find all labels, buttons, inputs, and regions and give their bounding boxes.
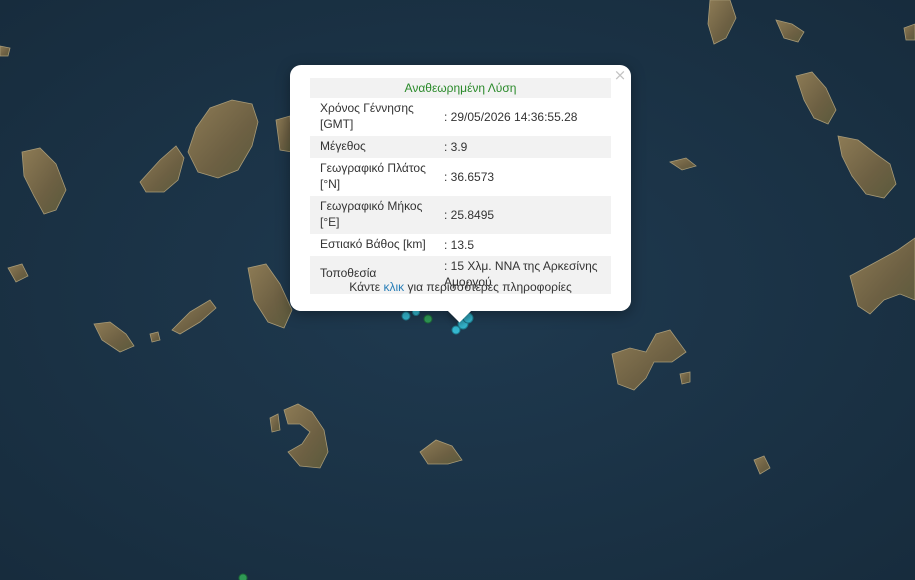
row-value: : 13.5 bbox=[444, 238, 475, 252]
row-label: Μέγεθος bbox=[320, 139, 366, 153]
close-icon[interactable]: × bbox=[613, 67, 627, 83]
row-label: Χρόνος Γέννησης [GMT] bbox=[320, 101, 414, 131]
more-info-link[interactable]: κλικ bbox=[383, 280, 404, 294]
table-row-depth: Εστιακό Βάθος [km] : 13.5 bbox=[310, 234, 611, 256]
row-label: Εστιακό Βάθος [km] bbox=[320, 237, 426, 251]
island-tiny-2 bbox=[149, 331, 161, 343]
earthquake-details-table: Αναθεωρημένη Λύση Χρόνος Γέννησης [GMT] … bbox=[310, 78, 611, 294]
island-tiny-4 bbox=[0, 45, 11, 57]
row-value: : 29/05/2026 14:36:55.28 bbox=[444, 110, 578, 124]
footer-suffix: για περισσότερες πληροφορίες bbox=[407, 280, 572, 294]
table-row-origin-time: Χρόνος Γέννησης [GMT] : 29/05/2026 14:36… bbox=[310, 98, 611, 136]
popup-title: Αναθεωρημένη Λύση bbox=[310, 78, 611, 98]
footer-prefix: Κάντε bbox=[349, 280, 381, 294]
table-row-latitude: Γεωγραφικό Πλάτος [°N] : 36.6573 bbox=[310, 158, 611, 196]
popup-footer: Κάντε κλικ για περισσότερες πληροφορίες bbox=[290, 280, 631, 294]
row-value: : 3.9 bbox=[444, 140, 468, 154]
quake-marker[interactable] bbox=[401, 311, 411, 321]
row-label: Γεωγραφικό Πλάτος [°N] bbox=[320, 161, 426, 191]
table-row-magnitude: Μέγεθος : 3.9 bbox=[310, 136, 611, 158]
row-value: : 36.6573 bbox=[444, 170, 495, 184]
row-value: : 25.8495 bbox=[444, 208, 495, 222]
quake-marker-green[interactable] bbox=[238, 573, 248, 580]
row-label: Γεωγραφικό Μήκος [°E] bbox=[320, 199, 423, 229]
table-row-longitude: Γεωγραφικό Μήκος [°E] : 25.8495 bbox=[310, 196, 611, 234]
quake-marker-green[interactable] bbox=[423, 314, 433, 324]
island-tiny-3 bbox=[679, 371, 691, 385]
